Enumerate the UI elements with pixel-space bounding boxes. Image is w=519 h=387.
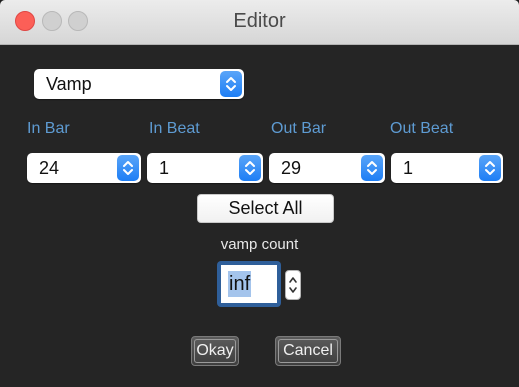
editor-window: Editor Vamp In Bar In Beat Out Bar Out B… xyxy=(0,0,519,387)
okay-label: Okay xyxy=(196,342,234,359)
cancel-label: Cancel xyxy=(283,342,333,359)
okay-button[interactable]: Okay xyxy=(191,336,239,366)
select-all-button[interactable]: Select All xyxy=(197,194,334,223)
vamp-count-value: inf xyxy=(228,271,252,297)
in-bar-select[interactable]: 24 xyxy=(27,153,141,183)
in-beat-value: 1 xyxy=(159,158,170,178)
vamp-count-label: vamp count xyxy=(220,236,299,253)
chevron-up-down-icon xyxy=(479,155,501,181)
vamp-count-stepper[interactable] xyxy=(285,270,301,300)
out-beat-select[interactable]: 1 xyxy=(391,153,503,183)
out-bar-label: Out Bar xyxy=(271,120,327,137)
in-bar-label: In Bar xyxy=(27,120,70,137)
stepper-arrows-icon xyxy=(289,277,297,293)
in-beat-select[interactable]: 1 xyxy=(147,153,263,183)
mode-select[interactable]: Vamp xyxy=(34,69,244,99)
editor-content: Vamp In Bar In Beat Out Bar Out Beat 24 … xyxy=(0,45,519,387)
out-beat-label: Out Beat xyxy=(390,120,454,137)
out-beat-value: 1 xyxy=(403,158,414,178)
out-bar-select[interactable]: 29 xyxy=(269,153,385,183)
vamp-count-input[interactable]: inf xyxy=(221,265,277,303)
in-bar-value: 24 xyxy=(39,158,60,178)
window-title: Editor xyxy=(233,10,286,32)
vamp-count-focus-ring: inf xyxy=(217,261,281,307)
in-beat-label: In Beat xyxy=(149,120,200,137)
chevron-up-down-icon xyxy=(239,155,261,181)
out-bar-value: 29 xyxy=(281,158,302,178)
chevron-up-down-icon xyxy=(361,155,383,181)
mode-select-value: Vamp xyxy=(46,74,92,94)
chevron-up-down-icon xyxy=(220,71,242,97)
title-bar: Editor xyxy=(0,0,519,45)
cancel-button[interactable]: Cancel xyxy=(275,336,341,366)
chevron-up-down-icon xyxy=(117,155,139,181)
